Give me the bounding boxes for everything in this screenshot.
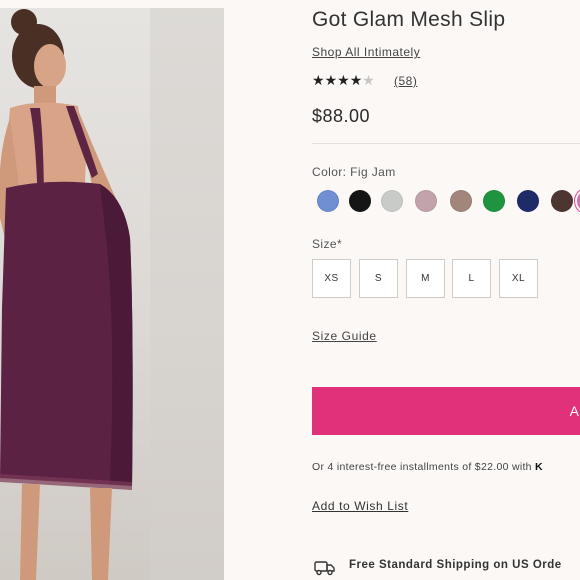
size-option-s[interactable]: S (359, 259, 398, 298)
star-icon: ★ (349, 72, 363, 88)
product-image[interactable] (0, 8, 224, 580)
swatch-navy[interactable] (517, 190, 539, 212)
model-illustration (0, 8, 224, 580)
swatch-silver[interactable] (381, 190, 403, 212)
swatch-green[interactable] (483, 190, 505, 212)
star-icon: ★ (324, 72, 338, 88)
rating-stars[interactable]: ★★★★★ (312, 72, 375, 89)
add-to-bag-button[interactable]: A (312, 387, 580, 435)
product-details-panel: Got Glam Mesh Slip Shop All Intimately ★… (312, 0, 580, 580)
size-option-m[interactable]: M (406, 259, 445, 298)
installments-provider: K (535, 461, 543, 473)
swatch-blue[interactable] (317, 190, 339, 212)
installments-note: Or 4 interest-free installments of $22.0… (312, 461, 543, 473)
divider (312, 143, 580, 144)
swatch-brown[interactable] (551, 190, 573, 212)
color-swatches (312, 190, 580, 214)
product-title: Got Glam Mesh Slip (312, 8, 506, 31)
size-option-xs[interactable]: XS (312, 259, 351, 298)
size-label: Size* (312, 237, 343, 251)
swatch-mauve[interactable] (415, 190, 437, 212)
swatch-black[interactable] (349, 190, 371, 212)
size-options: XS S M L XL (312, 259, 580, 301)
star-empty-icon: ★ (362, 72, 375, 88)
star-icon: ★ (337, 72, 350, 88)
color-label: Color: Fig Jam (312, 165, 396, 179)
shop-collection-link[interactable]: Shop All Intimately (312, 45, 420, 59)
add-to-wishlist-link[interactable]: Add to Wish List (312, 499, 408, 513)
shipping-banner: Free Standard Shipping on US Orde (312, 557, 580, 577)
star-icon: ★ (312, 72, 325, 88)
size-option-l[interactable]: L (452, 259, 491, 298)
product-price: $88.00 (312, 106, 371, 126)
truck-icon (314, 561, 335, 576)
swatch-taupe[interactable] (450, 190, 472, 212)
size-guide-link[interactable]: Size Guide (312, 329, 377, 343)
review-count-link[interactable]: (58) (394, 74, 417, 88)
installments-text: Or 4 interest-free installments of $22.0… (312, 461, 536, 473)
size-option-xl[interactable]: XL (499, 259, 538, 298)
shipping-text: Free Standard Shipping on US Orde (349, 559, 562, 571)
